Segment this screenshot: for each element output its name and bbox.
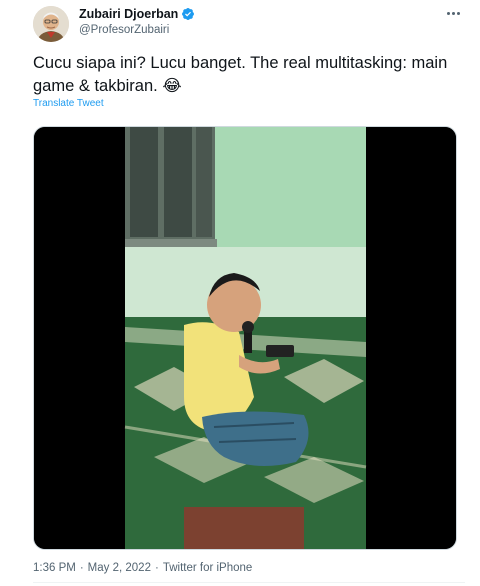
meta-separator: · bbox=[154, 562, 159, 574]
tweet: Zubairi Djoerban @ProfesorZubairi Cucu s… bbox=[0, 0, 480, 586]
verified-badge-icon bbox=[181, 7, 195, 21]
author-name[interactable]: Zubairi Djoerban bbox=[79, 7, 178, 21]
avatar-image bbox=[33, 6, 69, 42]
name-row: Zubairi Djoerban bbox=[79, 6, 195, 22]
tweet-video[interactable] bbox=[33, 126, 457, 550]
tweet-date[interactable]: May 2, 2022 bbox=[88, 562, 151, 574]
tweet-text: Cucu siapa ini? Lucu banget. The real mu… bbox=[33, 54, 448, 95]
more-options-icon[interactable] bbox=[443, 6, 463, 20]
avatar[interactable] bbox=[33, 6, 69, 42]
author-block: Zubairi Djoerban @ProfesorZubairi bbox=[79, 6, 195, 36]
tweet-meta: 1:36 PM · May 2, 2022 · Twitter for iPho… bbox=[33, 562, 252, 574]
video-frame bbox=[34, 127, 456, 549]
meta-separator: · bbox=[79, 562, 84, 574]
divider bbox=[33, 582, 465, 583]
author-handle[interactable]: @ProfesorZubairi bbox=[79, 24, 195, 36]
translate-tweet-link[interactable]: Translate Tweet bbox=[33, 98, 104, 109]
tweet-time[interactable]: 1:36 PM bbox=[33, 562, 76, 574]
tweet-source[interactable]: Twitter for iPhone bbox=[163, 562, 252, 574]
